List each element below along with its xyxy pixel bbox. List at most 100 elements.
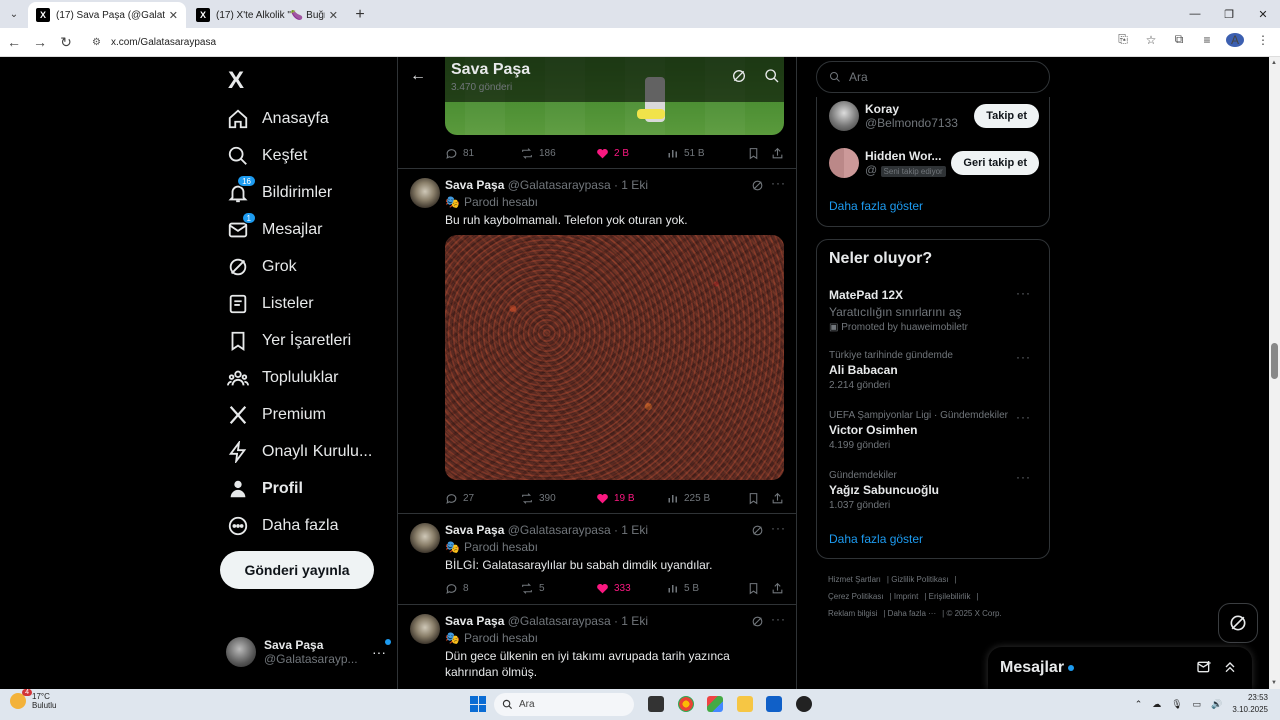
author-name[interactable]: Sava Paşa <box>445 178 504 192</box>
show-more-link[interactable]: Daha fazla göster <box>829 532 923 546</box>
author-handle[interactable]: @Galatasaraypasa · 1 Eki <box>508 178 648 192</box>
more-dots-icon[interactable]: ··· <box>1016 470 1031 484</box>
file-explorer-icon[interactable] <box>737 696 753 712</box>
nav-item-profile[interactable]: Profil <box>226 474 303 504</box>
avatar[interactable] <box>410 614 440 644</box>
share-icon[interactable] <box>771 147 784 160</box>
repost-button[interactable]: 5 <box>520 582 596 595</box>
footer-link[interactable]: Çerez Politikası <box>828 592 884 601</box>
star-icon[interactable]: ☆ <box>1142 33 1160 47</box>
trend-item[interactable]: Türkiye tarihinde gündemde Ali Babacan 2… <box>829 350 1039 391</box>
more-dots-icon[interactable]: ··· <box>1016 350 1031 364</box>
app-icon[interactable] <box>796 696 812 712</box>
views-button[interactable]: 225 B <box>667 492 747 504</box>
browser-tab[interactable]: X (17) X'te Alkolik "🍆 Buğra Kor... ✕ <box>188 2 346 28</box>
minimize-icon[interactable]: — <box>1178 0 1212 28</box>
show-more-link[interactable]: Daha fazla göster <box>829 199 923 213</box>
site-info-icon[interactable]: ⚙ <box>92 37 101 48</box>
browser-tab-active[interactable]: X (17) Sava Paşa (@Galatasarayp... ✕ <box>28 2 186 28</box>
url-field[interactable]: ⚙ x.com/Galatasaraypasa <box>86 31 1176 53</box>
bookmark-icon[interactable] <box>747 147 771 160</box>
x-logo-icon[interactable]: X <box>228 67 244 95</box>
reply-button[interactable]: 8 <box>445 582 520 595</box>
share-icon[interactable] <box>771 492 784 505</box>
close-tab-icon[interactable]: ✕ <box>169 9 178 22</box>
nav-item-notifications[interactable]: 16 Bildirimler <box>226 175 332 208</box>
avatar[interactable] <box>829 148 859 178</box>
author-handle[interactable]: @Galatasaraypasa · 1 Eki <box>508 523 648 537</box>
bookmark-icon[interactable] <box>747 582 771 595</box>
more-dots-icon[interactable]: ··· <box>1016 286 1031 300</box>
windows-start-icon[interactable] <box>470 696 486 712</box>
repost-button[interactable]: 390 <box>520 492 596 505</box>
author-name[interactable]: Sava Paşa <box>445 523 504 537</box>
footer-link[interactable]: Erişilebilirlik <box>929 592 971 601</box>
grok-icon[interactable] <box>751 524 764 542</box>
clock[interactable]: 23:53 3.10.2025 <box>1232 692 1268 716</box>
cloud-icon[interactable]: ☁ <box>1152 699 1161 710</box>
nav-item-messages[interactable]: 1 Mesajlar <box>226 212 322 245</box>
repost-button[interactable]: 186 <box>520 147 596 160</box>
author-name[interactable]: Sava Paşa <box>445 614 504 628</box>
footer-link[interactable]: Imprint <box>894 592 918 601</box>
more-dots-icon[interactable]: ··· <box>1016 410 1031 424</box>
display-icon[interactable]: ▭ <box>1193 699 1202 710</box>
footer-link[interactable]: Hizmet Şartları <box>828 575 881 584</box>
install-app-icon[interactable]: ⎘ <box>1114 32 1132 47</box>
extensions-icon[interactable]: ⧉ <box>1170 32 1188 47</box>
task-view-icon[interactable] <box>648 696 664 712</box>
nav-item-communities[interactable]: Topluluklar <box>226 363 338 393</box>
nav-item-premium[interactable]: Premium <box>226 400 326 430</box>
close-window-icon[interactable]: ✕ <box>1246 0 1280 28</box>
bookmark-icon[interactable] <box>747 492 771 505</box>
views-button[interactable]: 5 B <box>667 582 747 594</box>
expand-up-icon[interactable] <box>1222 659 1238 680</box>
grok-icon[interactable] <box>751 615 764 633</box>
follow-back-button[interactable]: Geri takip et <box>951 151 1039 175</box>
trend-item[interactable]: MatePad 12X Yaratıcılığın sınırlarını aş… <box>829 286 1039 333</box>
share-icon[interactable] <box>771 582 784 595</box>
trend-item[interactable]: UEFA Şampiyonlar Ligi · Gündemdekiler Vi… <box>829 410 1039 451</box>
nav-item-home[interactable]: Anasayfa <box>226 104 329 134</box>
back-arrow-icon[interactable]: ← <box>2 30 26 54</box>
footer-link[interactable]: Reklam bilgisi <box>828 609 877 618</box>
scrollbar-thumb[interactable] <box>1271 343 1278 379</box>
chrome-icon[interactable] <box>678 696 694 712</box>
grok-fab-button[interactable] <box>1218 603 1258 643</box>
reply-button[interactable]: 81 <box>445 147 520 160</box>
more-dots-icon[interactable]: ··· <box>771 521 786 535</box>
footer-link[interactable]: Gizlilik Politikası <box>891 575 948 584</box>
volume-icon[interactable]: 🔊 <box>1211 699 1222 710</box>
avatar[interactable] <box>829 101 859 131</box>
store-icon[interactable] <box>766 696 782 712</box>
new-message-icon[interactable] <box>1196 659 1212 680</box>
avatar[interactable] <box>410 523 440 553</box>
nav-item-explore[interactable]: Keşfet <box>226 141 307 171</box>
account-switcher[interactable]: Sava Paşa @Galatasarayp... ··· <box>226 637 391 667</box>
follow-suggestion[interactable]: Koray @Belmondo7133 Takip et <box>829 101 1039 131</box>
footer-link[interactable]: Daha fazla ··· <box>888 609 936 618</box>
back-arrow-icon[interactable]: ← <box>410 67 426 85</box>
reload-icon[interactable]: ↻ <box>54 30 78 54</box>
author-handle[interactable]: @Galatasaraypasa · 1 Eki <box>508 614 648 628</box>
like-button[interactable]: 333 <box>596 582 667 595</box>
messages-drawer[interactable]: Mesajlar <box>988 647 1252 689</box>
nav-item-grok[interactable]: Grok <box>226 252 297 282</box>
trend-item[interactable]: Gündemdekiler Yağız Sabuncuoğlu 1.037 gö… <box>829 470 1039 511</box>
new-tab-button[interactable]: + <box>348 2 372 28</box>
profile-avatar-icon[interactable]: A <box>1226 32 1244 47</box>
search-icon[interactable] <box>764 68 780 89</box>
more-dots-icon[interactable]: ··· <box>372 639 391 660</box>
taskbar-search[interactable]: Ara <box>494 693 634 716</box>
follow-button[interactable]: Takip et <box>974 104 1039 128</box>
nav-item-more[interactable]: Daha fazla <box>226 511 339 541</box>
media-icon[interactable]: ≡ <box>1198 33 1216 47</box>
grok-icon[interactable] <box>731 68 747 89</box>
tab-list-button[interactable]: ⌄ <box>0 0 28 28</box>
nav-item-lists[interactable]: Listeler <box>226 289 314 319</box>
like-button[interactable]: 2 B <box>596 147 667 160</box>
reply-button[interactable]: 27 <box>445 492 520 505</box>
nav-item-bookmarks[interactable]: Yer İşaretleri <box>226 326 351 356</box>
chevron-up-icon[interactable]: ⌃ <box>1135 699 1143 710</box>
search-input[interactable]: Ara <box>816 61 1050 93</box>
